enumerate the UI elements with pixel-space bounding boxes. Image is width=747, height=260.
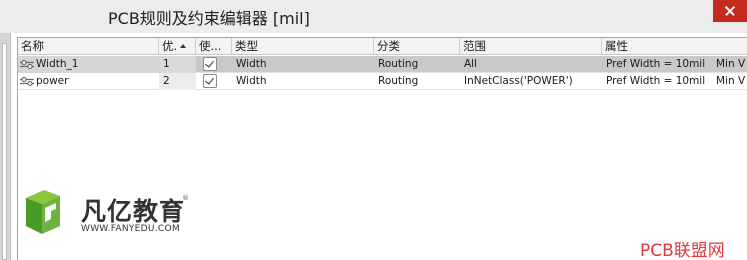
title-bar: PCB规则及约束编辑器 [mil]	[0, 0, 747, 33]
close-button[interactable]	[713, 0, 747, 22]
col-header-priority-label: 优.	[162, 39, 178, 53]
enabled-checkbox[interactable]	[203, 57, 217, 71]
logo-text: 凡亿教育	[81, 197, 186, 226]
registered-mark: ®	[182, 194, 189, 202]
table-header: 名称 优. 使... 类型 分类 范围 属性	[18, 38, 747, 55]
cell-name: Width_1	[18, 56, 159, 73]
cell-enabled	[196, 56, 232, 73]
col-header-priority[interactable]: 优.	[159, 38, 196, 55]
cell-attributes-more: Min V	[716, 75, 746, 87]
fanyi-logo-icon	[26, 190, 60, 234]
col-header-attributes[interactable]: 属性	[602, 38, 747, 55]
col-header-scope[interactable]: 范围	[460, 38, 602, 55]
cell-category: Routing	[378, 58, 419, 70]
cell-name: power	[18, 73, 159, 90]
cell-enabled	[196, 73, 232, 90]
cell-attributes: Pref Width = 10mil	[606, 58, 706, 70]
rule-name: power	[36, 75, 69, 87]
cell-attributes-more: Min V	[716, 58, 746, 70]
logo-url: WWW.FANYEDU.COM	[81, 224, 180, 234]
cell-type: Width	[236, 58, 267, 70]
table-row[interactable]: power 2 Width Routing InNetClass('POWER'…	[18, 73, 747, 90]
window-title: PCB规则及约束编辑器 [mil]	[108, 9, 310, 28]
cell-scope: All	[464, 58, 478, 70]
col-header-category[interactable]: 分类	[374, 38, 460, 55]
left-panel-edge	[0, 33, 11, 260]
cell-scope: InNetClass('POWER')	[464, 75, 573, 87]
cell-category: Routing	[378, 75, 419, 87]
rule-icon	[20, 77, 34, 86]
cell-attributes: Pref Width = 10mil	[606, 75, 706, 87]
cell-priority: 1	[159, 56, 196, 73]
col-header-name[interactable]: 名称	[18, 38, 159, 55]
table-row[interactable]: Width_1 1 Width Routing All Pref Width =…	[18, 56, 747, 73]
col-header-enabled[interactable]: 使...	[196, 38, 232, 55]
rule-name: Width_1	[36, 58, 79, 70]
cell-type: Width	[236, 75, 267, 87]
left-panel-scrollbar[interactable]	[2, 43, 7, 260]
col-header-type[interactable]: 类型	[232, 38, 374, 55]
sort-ascending-icon	[180, 44, 187, 48]
cell-priority: 2	[159, 73, 196, 90]
rule-icon	[20, 60, 34, 69]
watermark-text: PCB联盟网	[640, 241, 725, 260]
enabled-checkbox[interactable]	[203, 74, 217, 88]
